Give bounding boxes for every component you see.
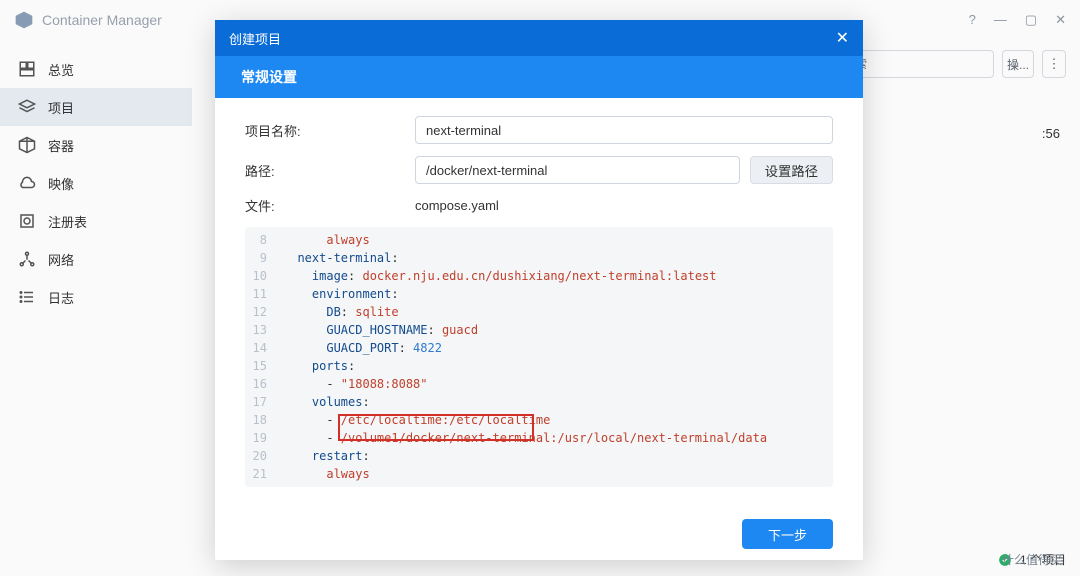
file-name: compose.yaml xyxy=(415,198,499,213)
code-line: 13 GUACD_HOSTNAME: guacd xyxy=(245,321,833,339)
code-line: 15 ports: xyxy=(245,357,833,375)
code-line: 18 - /etc/localtime:/etc/localtime xyxy=(245,411,833,429)
set-path-button[interactable]: 设置路径 xyxy=(750,156,833,184)
modal-header: 创建项目 ✕ xyxy=(215,20,863,56)
code-line: 10 image: docker.nju.edu.cn/dushixiang/n… xyxy=(245,267,833,285)
create-project-modal: 创建项目 ✕ 常规设置 项目名称: 路径: 设置路径 文件: compose.y… xyxy=(215,20,863,560)
label-project-name: 项目名称: xyxy=(245,121,415,140)
code-line: 20 restart: xyxy=(245,447,833,465)
modal-body: 项目名称: 路径: 设置路径 文件: compose.yaml 8 always… xyxy=(215,98,863,508)
code-line: 19 - /volume1/docker/next-terminal:/usr/… xyxy=(245,429,833,447)
code-line: 12 DB: sqlite xyxy=(245,303,833,321)
path-input[interactable] xyxy=(415,156,740,184)
code-line: 14 GUACD_PORT: 4822 xyxy=(245,339,833,357)
project-name-input[interactable] xyxy=(415,116,833,144)
label-path: 路径: xyxy=(245,161,415,180)
code-line: 8 always xyxy=(245,231,833,249)
modal-close-icon[interactable]: ✕ xyxy=(836,28,849,48)
code-line: 9 next-terminal: xyxy=(245,249,833,267)
code-line: 17 volumes: xyxy=(245,393,833,411)
watermark: 什么值得买 xyxy=(1002,551,1062,568)
modal-footer: 下一步 xyxy=(215,508,863,560)
next-button[interactable]: 下一步 xyxy=(742,519,833,549)
modal-section-title: 常规设置 xyxy=(215,56,863,98)
code-line: 11 environment: xyxy=(245,285,833,303)
code-line: 21 always xyxy=(245,465,833,483)
label-file: 文件: xyxy=(245,196,415,215)
code-line: 16 - "18088:8088" xyxy=(245,375,833,393)
compose-editor[interactable]: 8 always9 next-terminal:10 image: docker… xyxy=(245,227,833,487)
modal-title: 创建项目 xyxy=(229,29,281,48)
